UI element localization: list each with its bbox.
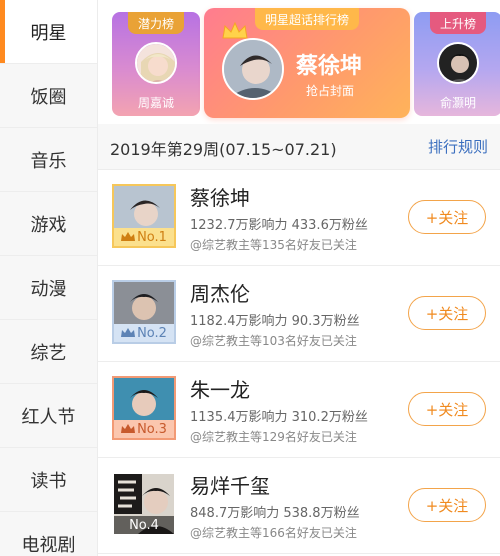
potential-star-name: 周嘉诚 <box>137 96 174 110</box>
sidebar-item-label: 饭圈 <box>30 86 67 108</box>
follow-button[interactable]: +关注 <box>408 488 486 522</box>
friends-following: @综艺教主等129名好友已关注 <box>190 430 357 444</box>
star-stats: 1135.4万影响力 310.2万粉丝 <box>190 410 368 425</box>
ranking-main: 潜力榜 周嘉诚 明星超话排行榜 蔡徐坤 抢占封面 上升榜 俞灏明 2019年第2… <box>98 0 500 556</box>
sidebar-item-label: 读书 <box>30 470 67 492</box>
sidebar-item-influencer[interactable]: 红人节 <box>0 384 97 448</box>
sidebar-item-anime[interactable]: 动漫 <box>0 256 97 320</box>
rank-badge: No.4 <box>114 516 174 534</box>
star-name: 周杰伦 <box>190 282 250 306</box>
follow-button[interactable]: +关注 <box>408 296 486 330</box>
ranking-list: No.1 蔡徐坤 1232.7万影响力 433.6万粉丝 @综艺教主等135名好… <box>98 170 500 554</box>
star-topic-ranking-card[interactable]: 明星超话排行榜 蔡徐坤 抢占封面 <box>204 8 410 118</box>
star-thumbnail: No.2 <box>112 280 176 344</box>
list-item[interactable]: No.2 周杰伦 1182.4万影响力 90.3万粉丝 @综艺教主等103名好友… <box>98 266 500 362</box>
rank-badge: No.2 <box>114 324 174 342</box>
star-name: 易烊千玺 <box>190 474 270 498</box>
sidebar-item-label: 游戏 <box>30 214 67 236</box>
star-thumbnail: No.3 <box>112 376 176 440</box>
cover-subtitle: 抢占封面 <box>306 84 355 98</box>
crown-icon <box>121 328 136 337</box>
crown-icon <box>222 22 248 39</box>
sidebar-item-label: 综艺 <box>30 342 67 364</box>
star-stats: 1232.7万影响力 433.6万粉丝 <box>190 218 368 233</box>
week-title: 2019年第29周(07.15~07.21) <box>110 140 337 159</box>
potential-list-tag: 潜力榜 <box>127 12 185 34</box>
rank-badge: No.3 <box>114 420 174 438</box>
star-name: 朱一龙 <box>190 378 250 402</box>
category-sidebar: 明星 饭圈 音乐 游戏 动漫 综艺 红人节 读书 电视剧 <box>0 0 98 556</box>
avatar <box>437 42 479 84</box>
star-topic-ranking-tag: 明星超话排行榜 <box>254 8 360 30</box>
friends-following: @综艺教主等135名好友已关注 <box>190 238 357 252</box>
list-item[interactable]: No.1 蔡徐坤 1232.7万影响力 433.6万粉丝 @综艺教主等135名好… <box>98 170 500 266</box>
avatar <box>222 38 284 100</box>
potential-list-card[interactable]: 潜力榜 周嘉诚 <box>112 12 200 116</box>
sidebar-item-label: 音乐 <box>30 150 67 172</box>
rank-badge: No.1 <box>114 228 174 246</box>
rank-number: No.2 <box>137 325 167 341</box>
ranking-rules-link[interactable]: 排行规则 <box>428 136 488 157</box>
list-item[interactable]: No.3 朱一龙 1135.4万影响力 310.2万粉丝 @综艺教主等129名好… <box>98 362 500 458</box>
star-stats: 848.7万影响力 538.8万粉丝 <box>190 506 360 521</box>
rank-number: No.4 <box>129 517 159 533</box>
sidebar-item-music[interactable]: 音乐 <box>0 128 97 192</box>
ranking-banner: 潜力榜 周嘉诚 明星超话排行榜 蔡徐坤 抢占封面 上升榜 俞灏明 <box>98 0 500 124</box>
crown-icon <box>121 424 136 433</box>
sidebar-item-label: 动漫 <box>30 278 67 300</box>
follow-button[interactable]: +关注 <box>408 200 486 234</box>
sidebar-item-label: 电视剧 <box>21 534 76 556</box>
sidebar-item-label: 红人节 <box>21 406 76 428</box>
list-item[interactable]: No.4 易烊千玺 848.7万影响力 538.8万粉丝 @综艺教主等166名好… <box>98 458 500 554</box>
top-star-name: 蔡徐坤 <box>296 54 363 79</box>
rank-number: No.1 <box>137 229 167 245</box>
sidebar-item-label: 明星 <box>30 22 67 44</box>
week-header: 2019年第29周(07.15~07.21) 排行规则 <box>98 124 500 170</box>
sidebar-item-star[interactable]: 明星 <box>0 0 97 64</box>
rank-number: No.3 <box>137 421 167 437</box>
sidebar-item-books[interactable]: 读书 <box>0 448 97 512</box>
follow-button[interactable]: +关注 <box>408 392 486 426</box>
star-thumbnail: No.4 <box>112 472 176 536</box>
sidebar-item-fan-circle[interactable]: 饭圈 <box>0 64 97 128</box>
star-thumbnail: No.1 <box>112 184 176 248</box>
friends-following: @综艺教主等166名好友已关注 <box>190 526 357 540</box>
avatar <box>135 42 177 84</box>
crown-icon <box>121 232 136 241</box>
rising-list-card[interactable]: 上升榜 俞灏明 <box>414 12 500 116</box>
star-stats: 1182.4万影响力 90.3万粉丝 <box>190 314 360 329</box>
star-name: 蔡徐坤 <box>190 186 250 210</box>
friends-following: @综艺教主等103名好友已关注 <box>190 334 357 348</box>
sidebar-item-games[interactable]: 游戏 <box>0 192 97 256</box>
sidebar-item-variety[interactable]: 综艺 <box>0 320 97 384</box>
sidebar-item-tv[interactable]: 电视剧 <box>0 512 97 556</box>
rising-list-tag: 上升榜 <box>429 12 487 34</box>
rising-star-name: 俞灏明 <box>439 96 476 110</box>
